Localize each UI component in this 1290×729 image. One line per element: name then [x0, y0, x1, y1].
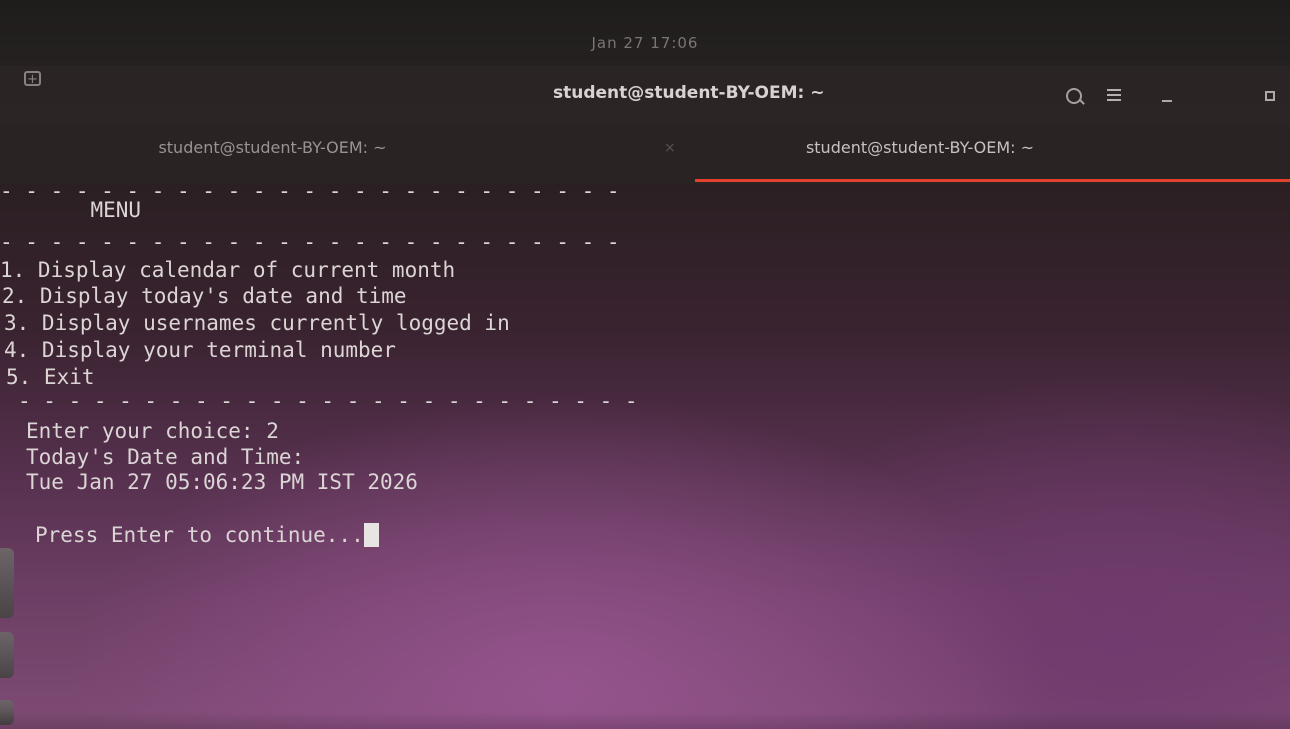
tab-label: student@student-BY-OEM: ~: [158, 138, 387, 157]
terminal-output[interactable]: - - - - - - - - - - - - - - - - - - - - …: [0, 178, 1290, 729]
dock-item[interactable]: [0, 632, 14, 678]
menu-divider-bottom: - - - - - - - - - - - - - - - - - - - - …: [18, 389, 638, 413]
terminal-header-bar: + student@student-BY-OEM: ~: [0, 66, 1290, 124]
menu-option-1: 1. Display calendar of current month: [0, 258, 456, 282]
tab-label: student@student-BY-OEM: ~: [805, 138, 1035, 157]
menu-option-3: 3. Display usernames currently logged in: [4, 311, 510, 335]
desktop-screen: Jan 27 17:06 + student@student-BY-OEM: ~…: [0, 0, 1290, 729]
maximize-icon[interactable]: [1265, 91, 1275, 101]
date-heading: Today's Date and Time:: [26, 445, 305, 469]
continue-prompt-text: Press Enter to continue...: [35, 523, 364, 547]
menu-option-4: 4. Display your terminal number: [4, 338, 396, 362]
menu-divider: - - - - - - - - - - - - - - - - - - - - …: [0, 230, 620, 254]
terminal-cursor: [363, 523, 379, 547]
menu-heading: MENU: [2, 198, 142, 222]
dock-item[interactable]: [0, 548, 14, 618]
system-clock[interactable]: Jan 27 17:06: [0, 34, 1290, 52]
menu-option-5: 5. Exit: [6, 365, 95, 389]
minimize-icon[interactable]: [1162, 100, 1172, 102]
tab-bar: student@student-BY-OEM: ~ × student@stud…: [0, 124, 1290, 184]
tab-terminal-1[interactable]: student@student-BY-OEM: ~ ×: [0, 124, 695, 184]
screen-bezel: [0, 712, 1290, 729]
search-icon[interactable]: [1066, 88, 1082, 104]
top-shell-bar: Jan 27 17:06: [0, 0, 1290, 66]
window-title: student@student-BY-OEM: ~: [553, 83, 825, 103]
choice-prompt: Enter your choice: 2: [26, 419, 279, 443]
date-output: Tue Jan 27 05:06:23 PM IST 2026: [26, 470, 418, 494]
continue-prompt: Press Enter to continue...: [35, 522, 379, 548]
hamburger-menu-icon[interactable]: [1107, 89, 1121, 101]
tab-terminal-2-active[interactable]: student@student-BY-OEM: ~: [695, 124, 1290, 184]
new-tab-icon[interactable]: +: [24, 71, 41, 86]
menu-option-2: 2. Display today's date and time: [2, 284, 407, 308]
tab-close-icon[interactable]: ×: [664, 140, 676, 156]
